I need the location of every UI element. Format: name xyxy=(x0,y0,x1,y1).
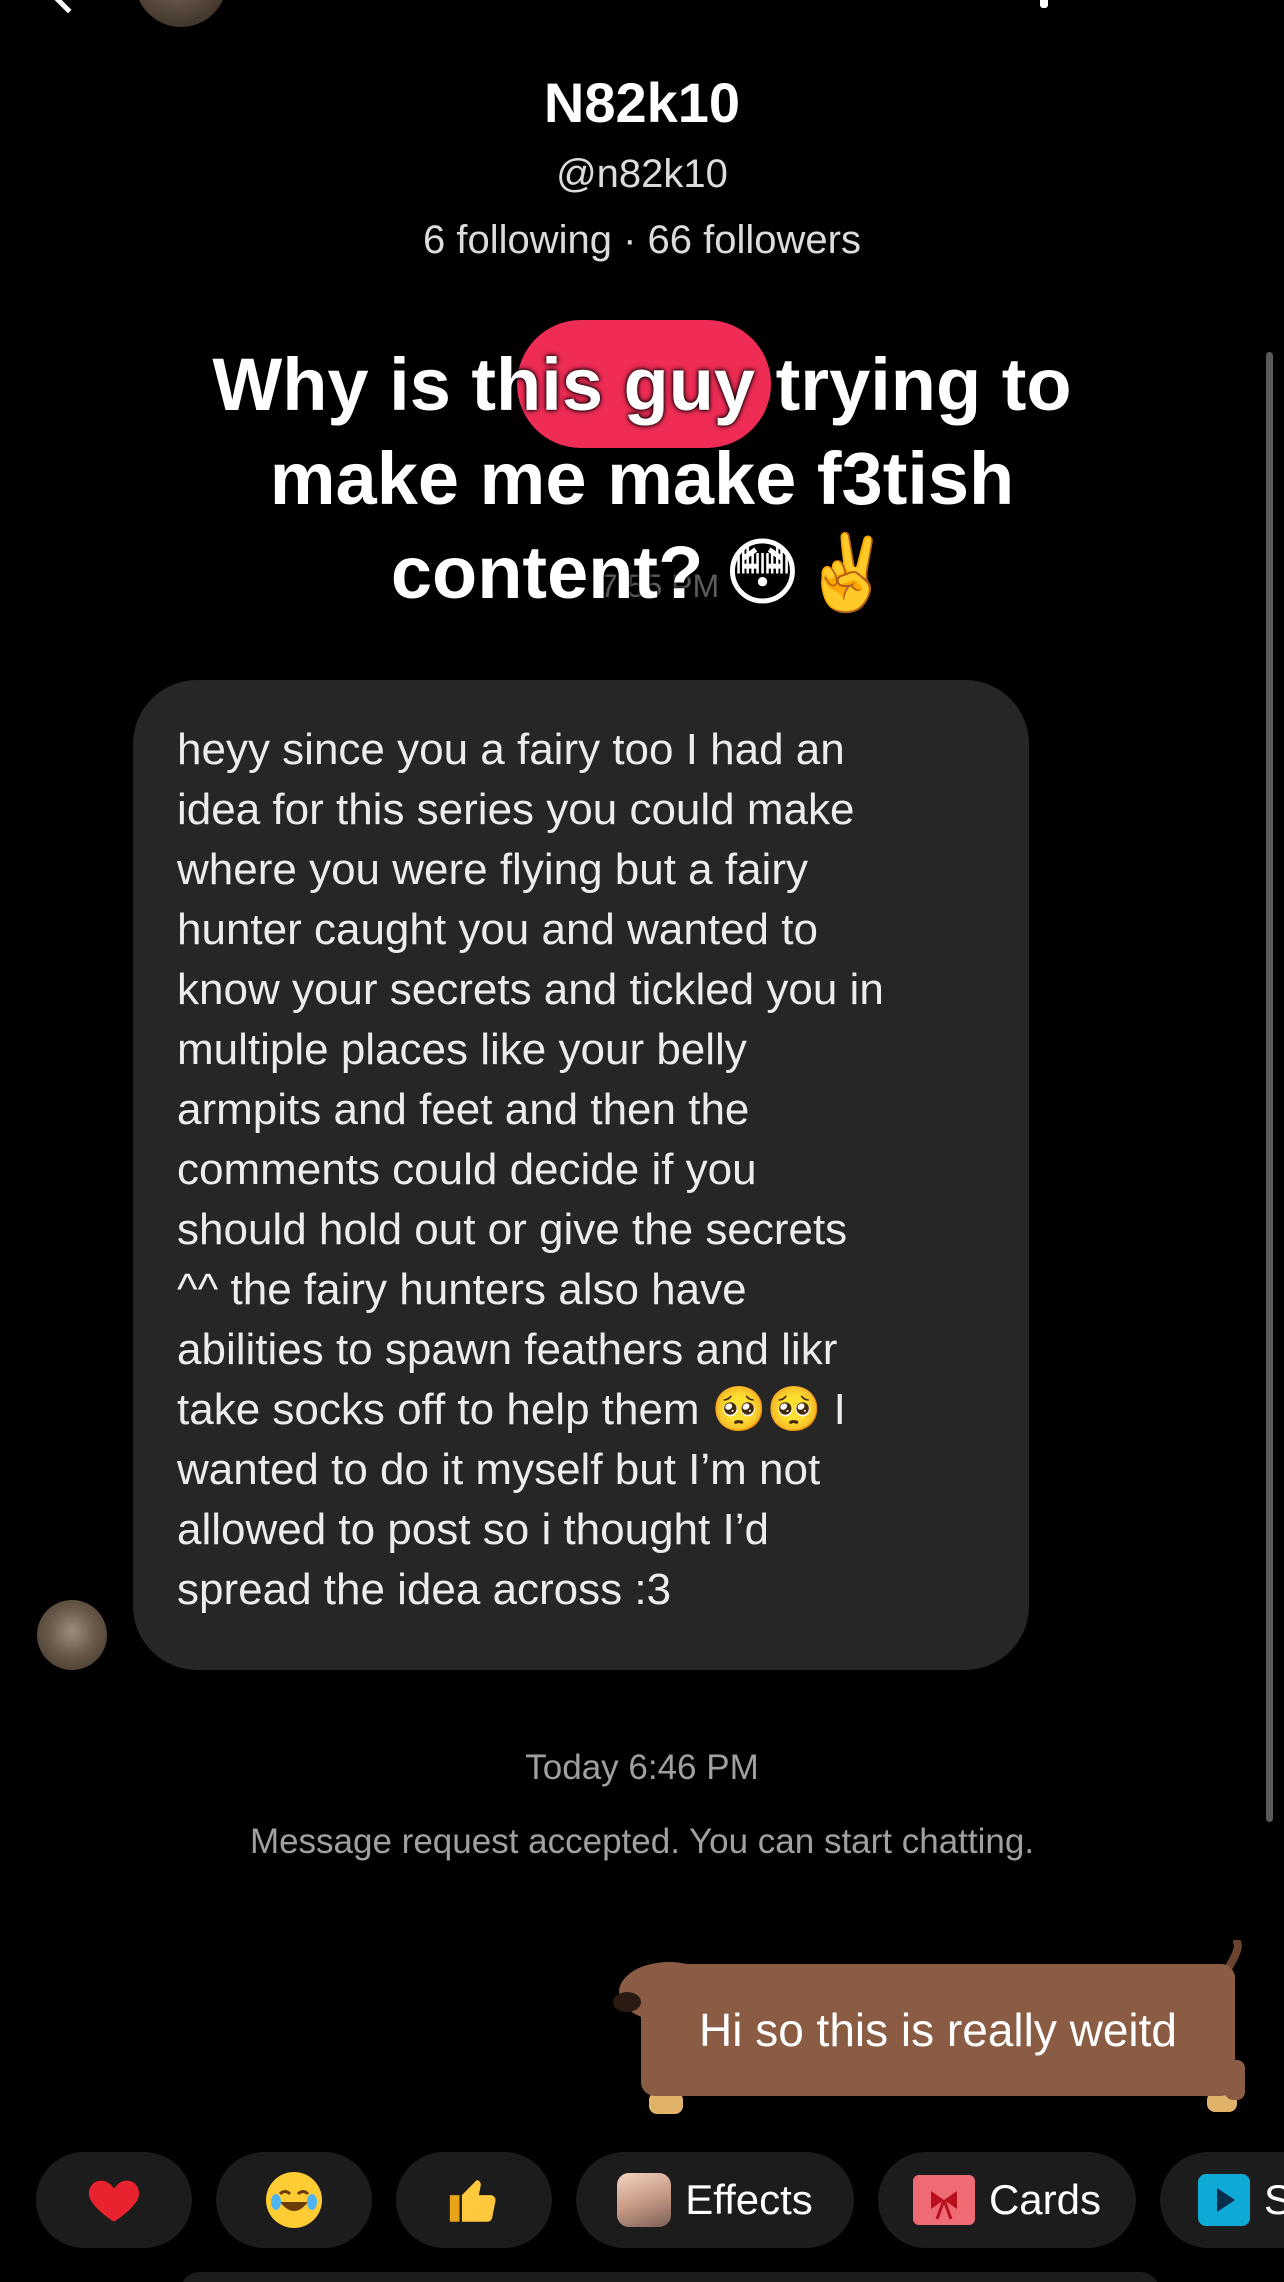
message-timestamp: Today 6:46 PM xyxy=(525,1748,759,1787)
scrollbar[interactable] xyxy=(1266,352,1273,1822)
more-icon[interactable] xyxy=(1040,0,1048,8)
effects-label: Effects xyxy=(685,2176,813,2223)
outgoing-message-bubble[interactable]: Hi so this is really weitd xyxy=(641,1964,1235,2096)
effects-icon xyxy=(617,2173,672,2227)
cards-icon xyxy=(912,2175,975,2225)
heart-icon xyxy=(88,2180,140,2222)
message-input-bar[interactable] xyxy=(180,2272,1160,2282)
laughing-emoji-icon xyxy=(266,2172,322,2228)
incoming-message-text: heyy since you a fairy too I had an idea… xyxy=(177,725,884,1614)
laugh-reaction-button[interactable] xyxy=(216,2152,372,2248)
chat-screen: N82k10 @n82k10 6 following · 66 follower… xyxy=(0,0,1284,2282)
back-icon[interactable] xyxy=(49,0,87,14)
thumbs-up-reaction-button[interactable] xyxy=(396,2152,552,2248)
sender-avatar[interactable] xyxy=(37,1600,107,1670)
thumbs-up-icon xyxy=(449,2180,496,2222)
heart-reaction-button[interactable] xyxy=(36,2152,192,2248)
cards-button[interactable]: Cards xyxy=(878,2152,1136,2248)
caption-line-2: make me make f3tish xyxy=(269,437,1015,520)
overlay-caption: Why is this guy trying to make me make f… xyxy=(142,338,1142,620)
caption-line-3: content? 😳✌️ xyxy=(390,531,894,614)
profile-handle: @n82k10 xyxy=(556,152,728,196)
caption-line-1: Why is this guy trying to xyxy=(212,343,1072,426)
profile-stats: 6 following · 66 followers xyxy=(423,218,861,262)
cards-label: Cards xyxy=(988,2176,1102,2223)
incoming-message-bubble[interactable]: heyy since you a fairy too I had an idea… xyxy=(133,680,1029,1670)
request-status: Message request accepted. You can start … xyxy=(249,1822,1035,1861)
more-actions-button[interactable]: S xyxy=(1160,2152,1284,2248)
more-actions-label: S xyxy=(1264,2176,1284,2223)
header-avatar[interactable] xyxy=(135,0,227,27)
profile-name[interactable]: N82k10 xyxy=(0,70,1284,135)
outgoing-message-text: Hi so this is really weitd xyxy=(698,2004,1178,2056)
effects-button[interactable]: Effects xyxy=(576,2152,854,2248)
play-icon xyxy=(1198,2174,1250,2226)
